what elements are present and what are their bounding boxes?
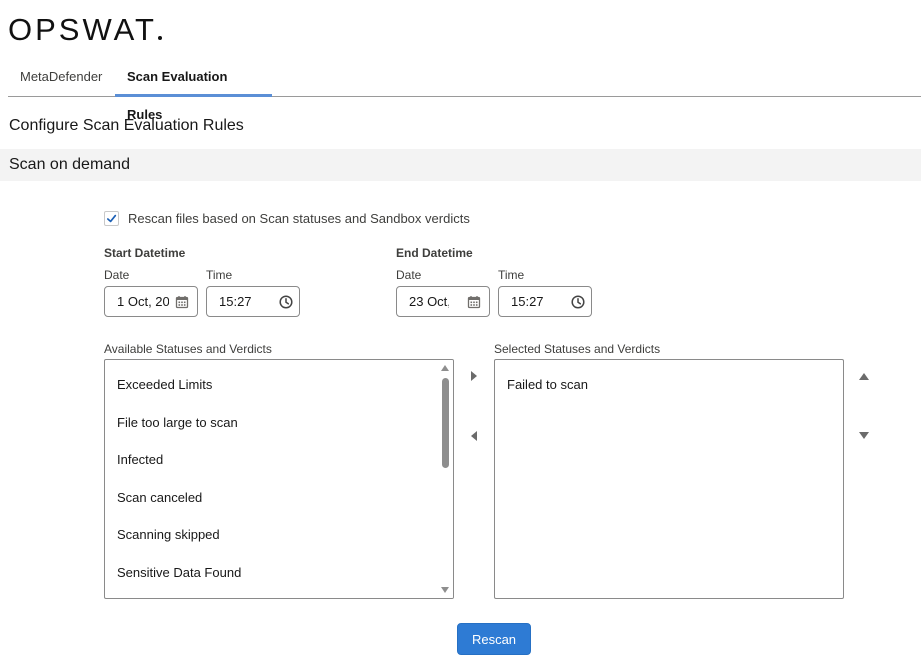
- end-time-value: 15:27: [511, 294, 544, 309]
- list-item[interactable]: Scanning skipped: [117, 527, 220, 542]
- available-list-label: Available Statuses and Verdicts: [104, 342, 272, 356]
- start-time-value: 15:27: [219, 294, 252, 309]
- list-item[interactable]: Sensitive Data Found: [117, 565, 241, 580]
- tab-metadefender[interactable]: MetaDefender: [8, 58, 115, 96]
- rescan-checkbox-row: Rescan files based on Scan statuses and …: [104, 209, 470, 227]
- scroll-down-icon[interactable]: [441, 587, 449, 593]
- move-up-icon[interactable]: [859, 373, 869, 380]
- start-date-input[interactable]: 1 Oct, 2025: [104, 286, 198, 317]
- move-left-icon[interactable]: [471, 431, 477, 441]
- section-title: Scan on demand: [9, 156, 130, 173]
- rescan-checkbox-label: Rescan files based on Scan statuses and …: [128, 210, 470, 226]
- opswat-logo: OPSWAT: [8, 12, 162, 48]
- start-time-label: Time: [206, 268, 233, 282]
- end-time-input[interactable]: 15:27: [498, 286, 592, 317]
- selected-listbox[interactable]: Failed to scan: [494, 359, 844, 599]
- start-date-label: Date: [104, 268, 130, 282]
- start-datetime-title: Start Datetime: [104, 246, 186, 260]
- calendar-icon[interactable]: [467, 295, 481, 309]
- rescan-button[interactable]: Rescan: [457, 623, 531, 655]
- list-item[interactable]: Exceeded Limits: [117, 377, 212, 392]
- move-right-icon[interactable]: [471, 371, 477, 381]
- tab-bar: MetaDefender Scan Evaluation Rules: [8, 58, 921, 122]
- available-listbox[interactable]: Exceeded Limits File too large to scan I…: [104, 359, 454, 599]
- scroll-up-icon[interactable]: [441, 365, 449, 371]
- check-icon: [107, 214, 117, 222]
- end-time-label: Time: [498, 268, 525, 282]
- move-down-icon[interactable]: [859, 432, 869, 439]
- logo-dot: [157, 36, 162, 40]
- end-date-label: Date: [396, 268, 422, 282]
- page-title: Configure Scan Evaluation Rules: [9, 117, 244, 134]
- list-item[interactable]: Infected: [117, 452, 163, 467]
- start-time-input[interactable]: 15:27: [206, 286, 300, 317]
- logo-text: OPSWAT: [8, 12, 157, 47]
- calendar-icon[interactable]: [175, 295, 189, 309]
- section-header: Scan on demand: [0, 149, 921, 181]
- tab-scan-evaluation-rules[interactable]: Scan Evaluation Rules: [115, 58, 272, 122]
- end-date-input[interactable]: 23 Oct, 2025: [396, 286, 490, 317]
- end-datetime-title: End Datetime: [396, 246, 473, 260]
- rescan-checkbox[interactable]: [104, 210, 119, 226]
- clock-icon[interactable]: [279, 295, 293, 309]
- selected-list-label: Selected Statuses and Verdicts: [494, 342, 661, 356]
- scroll-thumb[interactable]: [442, 378, 449, 468]
- start-date-value: 1 Oct, 2025: [117, 294, 169, 309]
- list-item[interactable]: Scan canceled: [117, 490, 202, 505]
- list-item[interactable]: File too large to scan: [117, 415, 238, 430]
- end-date-value: 23 Oct, 2025: [409, 294, 449, 309]
- available-scrollbar[interactable]: [438, 360, 453, 598]
- list-item[interactable]: Failed to scan: [507, 377, 588, 392]
- clock-icon[interactable]: [571, 295, 585, 309]
